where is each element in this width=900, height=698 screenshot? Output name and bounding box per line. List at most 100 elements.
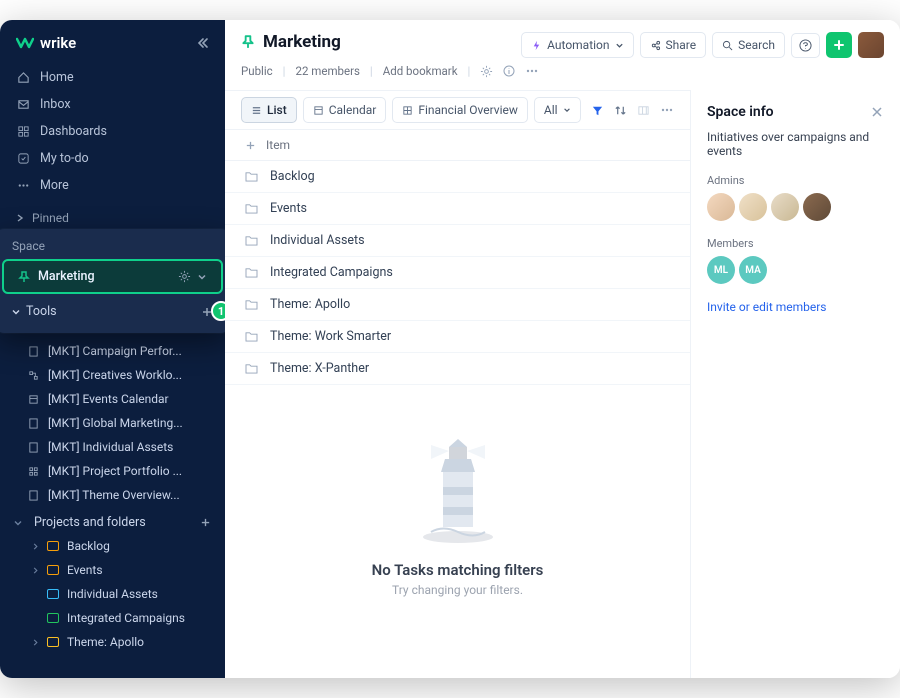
main-content: Marketing Automation Share Search [225,20,900,678]
member-avatars: ML MA [707,256,884,284]
space-label: Space [0,237,225,259]
folder-individual-assets[interactable]: Individual Assets [0,582,225,606]
add-button[interactable] [826,32,852,58]
visibility-label[interactable]: Public [241,64,273,78]
tab-all[interactable]: All [534,97,581,123]
folder-icon [47,637,59,647]
folder-icon [245,235,258,246]
list-row[interactable]: Integrated Campaigns [225,257,690,289]
folder-icon [245,363,258,374]
folder-events[interactable]: Events [0,558,225,582]
chevron-down-icon[interactable] [197,272,207,282]
folder-theme-apollo[interactable]: Theme: Apollo [0,630,225,654]
chevron-down-icon [615,41,624,50]
pin-icon[interactable] [241,35,255,49]
list-row[interactable]: Theme: Work Smarter [225,321,690,353]
add-project-button[interactable] [200,517,211,528]
nav-home[interactable]: Home [0,64,225,91]
nav-inbox[interactable]: Inbox [0,91,225,118]
panel-title: Space info [707,104,774,120]
help-button[interactable] [791,33,820,58]
info-icon[interactable] [503,65,515,77]
avatar[interactable] [771,193,799,221]
nav-dashboards[interactable]: Dashboards [0,118,225,145]
avatar[interactable]: MA [739,256,767,284]
list-row[interactable]: Events [225,193,690,225]
members-count[interactable]: 22 members [295,64,359,78]
nav-dashboards-label: Dashboards [40,124,107,139]
meta-row: Public | 22 members | Add bookmark | [225,62,900,90]
more-icon[interactable] [660,104,674,116]
sort-icon[interactable] [614,104,627,117]
list-icon [251,105,262,116]
tools-header[interactable]: Tools [0,294,225,321]
space-name: Marketing [38,269,95,284]
nav-todo-label: My to-do [40,151,89,166]
space-marketing[interactable]: Marketing [2,259,223,294]
automation-button[interactable]: Automation [521,32,633,58]
tree-item[interactable]: [MKT] Campaign Perfor... [0,339,225,363]
search-button[interactable]: Search [712,32,785,58]
more-icon[interactable] [525,65,539,77]
tab-list[interactable]: List [241,97,297,123]
nav-more[interactable]: More [0,172,225,199]
share-button[interactable]: Share [640,32,707,58]
folder-icon [245,171,258,182]
document-icon [28,442,40,453]
list-row[interactable]: Backlog [225,161,690,193]
fields-icon[interactable] [637,104,650,117]
folder-backlog[interactable]: Backlog [0,534,225,558]
gear-icon[interactable] [178,270,191,283]
plus-icon [833,39,845,51]
avatar[interactable] [707,193,735,221]
add-item-button[interactable] [245,140,256,151]
nav-todo[interactable]: My to-do [0,145,225,172]
avatar[interactable] [803,193,831,221]
folder-icon [47,565,59,575]
wrike-logo-icon [16,36,34,50]
members-label: Members [707,237,884,250]
chevron-right-icon [16,214,26,222]
inbox-icon [16,98,30,111]
tree-item[interactable]: [MKT] Project Portfolio ... [0,459,225,483]
brand-name: wrike [40,34,76,52]
admins-label: Admins [707,174,884,187]
avatar[interactable] [739,193,767,221]
list-row[interactable]: Individual Assets [225,225,690,257]
add-bookmark[interactable]: Add bookmark [383,64,458,78]
home-icon [16,71,30,84]
tree-item[interactable]: [MKT] Creatives Worklo... [0,363,225,387]
filter-icon[interactable] [591,104,604,117]
chevron-down-icon [14,519,22,527]
bolt-icon [531,40,542,51]
tree-item[interactable]: [MKT] Theme Overview... [0,483,225,507]
tab-calendar[interactable]: Calendar [303,97,387,123]
document-icon [28,490,40,501]
folder-integrated-campaigns[interactable]: Integrated Campaigns [0,606,225,630]
chevron-right-icon [32,639,39,646]
list-row[interactable]: Theme: Apollo [225,289,690,321]
avatar[interactable]: ML [707,256,735,284]
list-row[interactable]: Theme: X-Panther [225,353,690,385]
gear-icon[interactable] [480,65,493,78]
tree-item[interactable]: [MKT] Individual Assets [0,435,225,459]
tab-financial[interactable]: Financial Overview [392,97,528,123]
folder-icon [245,299,258,310]
folder-icon [47,589,59,599]
projects-header[interactable]: Projects and folders [0,507,225,534]
user-avatar[interactable] [858,32,884,58]
panel-description: Initiatives over campaigns and events [707,130,884,158]
tree-item[interactable]: [MKT] Events Calendar [0,387,225,411]
collapse-sidebar-icon[interactable] [195,36,209,50]
search-icon [722,40,733,51]
table-icon [402,105,413,116]
folder-icon [245,203,258,214]
pinned-section-header[interactable]: Pinned [0,201,225,229]
tree-item[interactable]: [MKT] Global Marketing... [0,411,225,435]
header-actions: Automation Share Search [521,32,884,58]
share-icon [650,40,661,51]
list-column-header[interactable]: Item [266,138,290,152]
close-panel-button[interactable] [870,105,884,119]
brand-bar: wrike [0,20,225,62]
invite-members-link[interactable]: Invite or edit members [707,300,884,314]
